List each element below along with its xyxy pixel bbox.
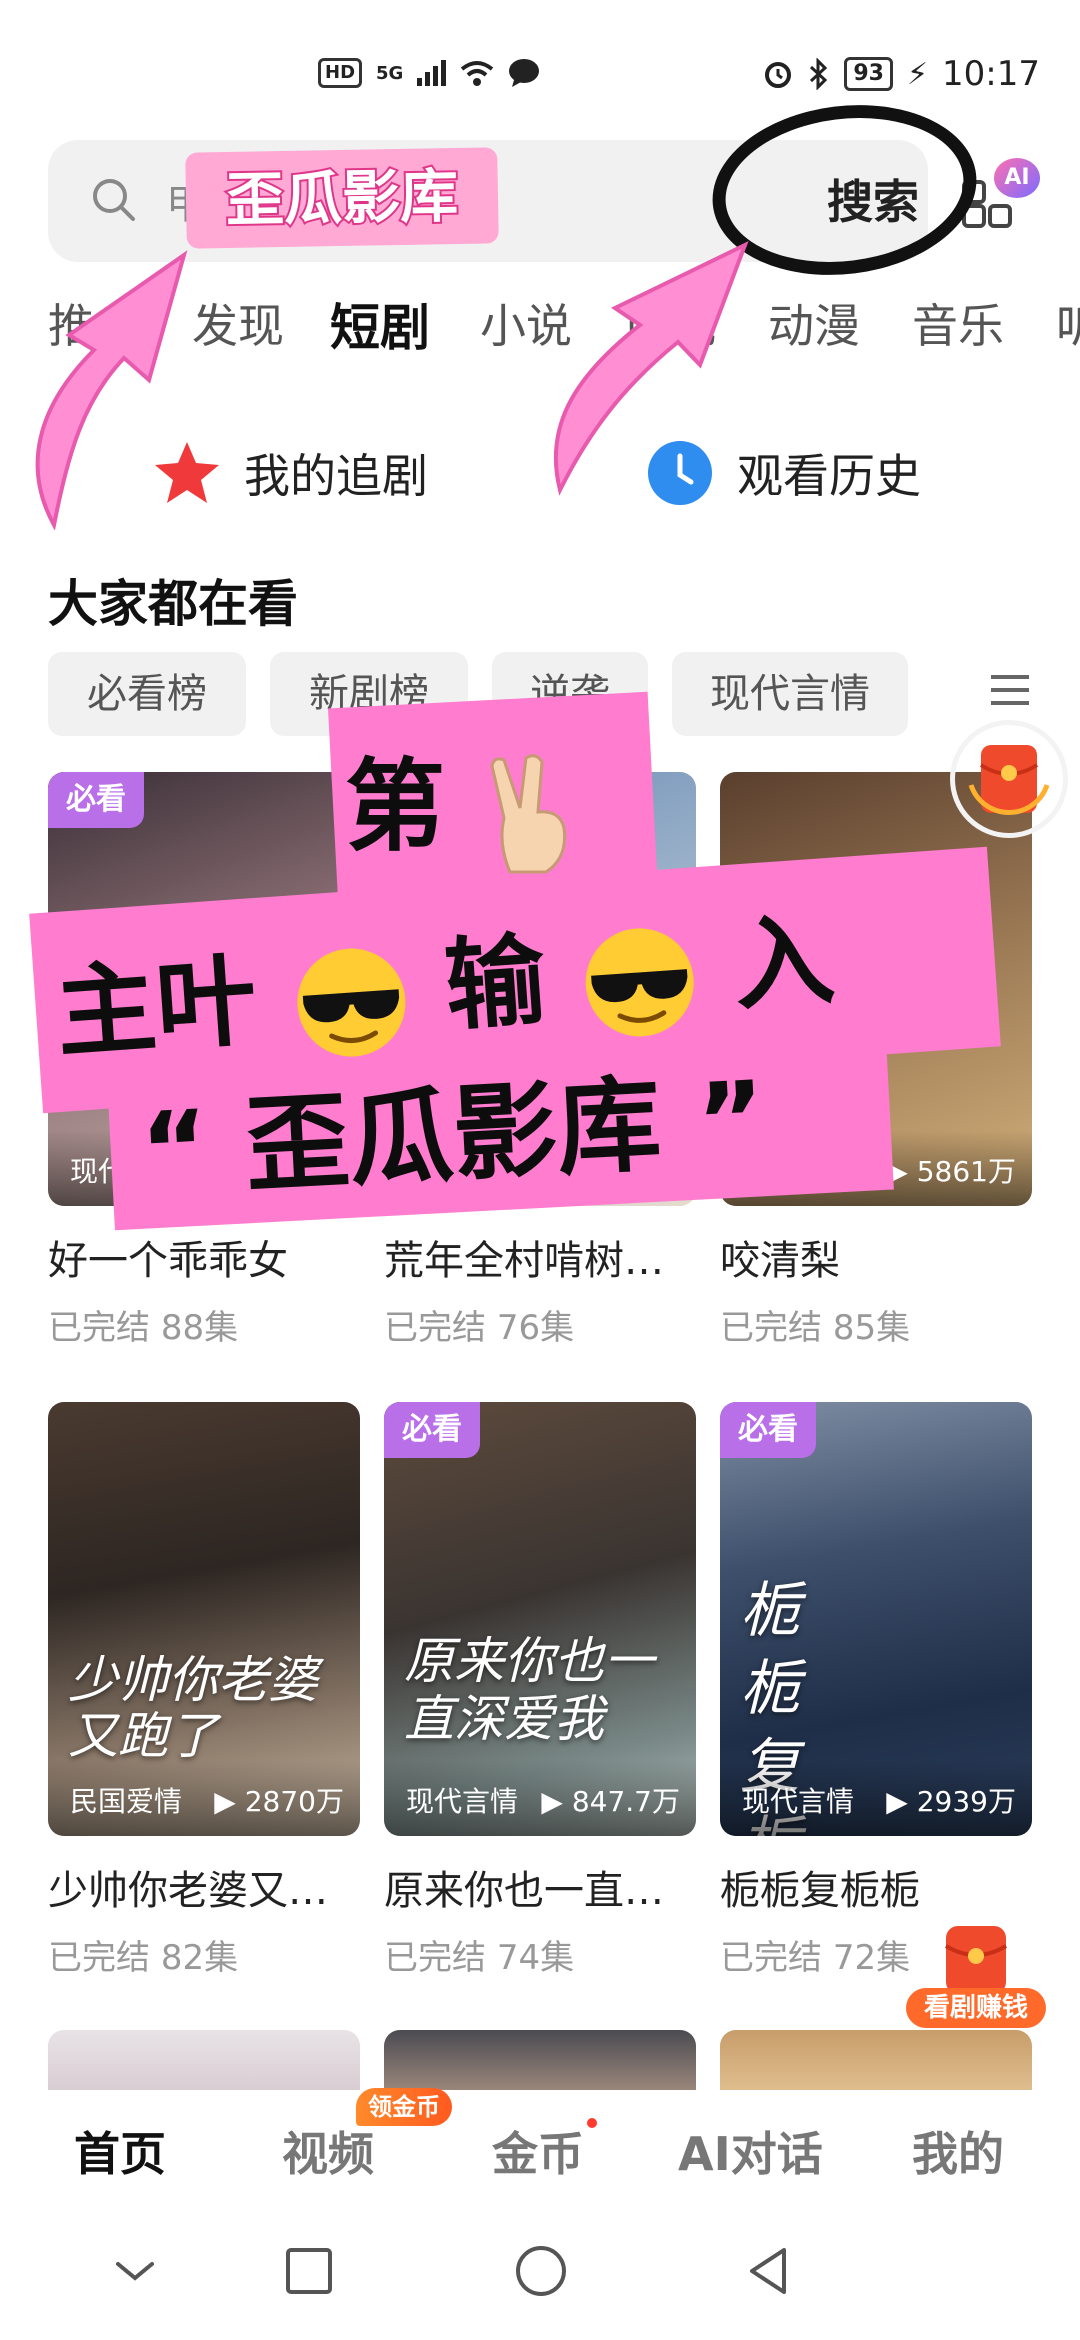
drama-meta: 已完结 85集 <box>720 1308 911 1348</box>
bluetooth-icon <box>810 58 828 90</box>
earn-money-button[interactable]: 看剧赚钱 <box>906 1988 1046 2028</box>
view-count: ▶ 2939万 <box>886 1785 1016 1818</box>
section-title: 大家都在看 <box>48 575 298 633</box>
view-count: ▶ 847.7万 <box>541 1785 680 1818</box>
recent-apps-icon[interactable] <box>282 2244 336 2298</box>
pink-arrow-icon <box>553 241 749 496</box>
drama-meta: 已完结 88集 <box>48 1308 239 1348</box>
poster-image[interactable]: 少帅你老婆又跑了 民国爱情 ▶ 2870万 <box>48 1402 360 1836</box>
clock: 10:17 <box>942 54 1040 94</box>
signal-icon <box>417 60 447 86</box>
home-icon[interactable] <box>514 2244 568 2298</box>
drama-title[interactable]: 好一个乖乖女 <box>48 1228 360 1286</box>
system-indicators: 93 ⚡ 10:17 <box>762 54 1040 94</box>
sunglasses-face-icon <box>586 928 695 1037</box>
charging-icon: ⚡ <box>906 56 929 92</box>
nav-ai-chat[interactable]: AI对话 <box>678 2118 823 2184</box>
drama-title[interactable]: 咬清梨 <box>720 1228 1032 1286</box>
must-watch-badge: 必看 <box>48 772 144 828</box>
tab-music[interactable]: 音乐 <box>912 290 1004 356</box>
notification-dot <box>587 2118 597 2128</box>
drama-meta: 已完结 82集 <box>48 1938 239 1978</box>
battery-icon: 93 <box>844 57 893 91</box>
chevron-down-icon[interactable] <box>108 2244 162 2298</box>
back-icon[interactable] <box>742 2244 796 2298</box>
drama-title[interactable]: 荒年全村啃树… <box>384 1228 696 1286</box>
history-label: 观看历史 <box>737 449 921 503</box>
sunglasses-face-icon <box>297 948 406 1057</box>
drama-meta: 已完结 72集 <box>720 1938 911 1978</box>
alarm-icon <box>765 62 792 88</box>
search-icon <box>93 179 135 221</box>
must-watch-badge: 必看 <box>384 1402 480 1458</box>
view-count: ▶ 2870万 <box>214 1785 344 1818</box>
bottom-nav: 首页 视频 领金币 金币 AI对话 我的 <box>0 2088 1080 2200</box>
nav-video[interactable]: 视频 <box>282 2118 374 2184</box>
overlay-banner-text: 歪瓜影库 <box>223 160 460 236</box>
genre-label: 民国爱情 <box>70 1785 183 1818</box>
drama-meta: 已完结 76集 <box>384 1308 575 1348</box>
my-follow-label: 我的追剧 <box>244 449 428 503</box>
tab-discover[interactable]: 发现 <box>192 290 284 356</box>
view-count: ▶ 5861万 <box>886 1155 1016 1188</box>
signal-label: 5G <box>376 62 404 84</box>
nav-home[interactable]: 首页 <box>74 2118 166 2184</box>
chip-modern-romance[interactable]: 现代言情 <box>672 652 908 736</box>
tab-listen[interactable]: 听 <box>1056 290 1080 356</box>
tab-short-drama[interactable]: 短剧 <box>330 288 430 360</box>
tab-anime[interactable]: 动漫 <box>768 290 860 356</box>
must-watch-badge: 必看 <box>720 1402 816 1458</box>
pink-arrow-icon <box>35 250 188 530</box>
chip-must-watch[interactable]: 必看榜 <box>48 652 246 736</box>
poster-image[interactable]: 必看 栀栀复栀栀 现代言情 ▶ 2939万 <box>720 1402 1032 1836</box>
hd-icon: HD <box>318 58 363 88</box>
drama-title[interactable]: 原来你也一直… <box>384 1858 696 1916</box>
genre-label: 现代言情 <box>406 1785 519 1818</box>
ai-badge[interactable]: AI <box>994 158 1040 198</box>
drama-title[interactable]: 栀栀复栀栀 <box>720 1858 1032 1916</box>
overlay-banner: 歪瓜影库 <box>185 147 499 249</box>
victory-hand-icon <box>490 753 566 874</box>
poster-title: 原来你也一直深爱我 <box>404 1632 654 1748</box>
drama-meta: 已完结 74集 <box>384 1938 575 1978</box>
message-icon <box>509 59 540 87</box>
wifi-icon <box>461 61 494 86</box>
red-packet-icon <box>944 1926 1008 1994</box>
poster-title: 少帅你老婆又跑了 <box>68 1651 318 1765</box>
nav-mine[interactable]: 我的 <box>912 2118 1004 2184</box>
poster-image[interactable]: 必看 原来你也一直深爱我 现代言情 ▶ 847.7万 <box>384 1402 696 1836</box>
network-indicators: HD 5G <box>318 58 540 88</box>
genre-label: 现代言情 <box>742 1785 855 1818</box>
system-nav-bar <box>0 2200 1080 2340</box>
sticker-line: 第 <box>345 725 580 874</box>
red-packet-icon <box>968 745 1050 816</box>
red-packet-widget[interactable] <box>950 720 1068 838</box>
list-icon[interactable] <box>985 665 1035 715</box>
drama-title[interactable]: 少帅你老婆又… <box>48 1858 360 1916</box>
coin-badge[interactable]: 领金币 <box>356 2088 452 2126</box>
nav-coins[interactable]: 金币 <box>492 2118 584 2184</box>
